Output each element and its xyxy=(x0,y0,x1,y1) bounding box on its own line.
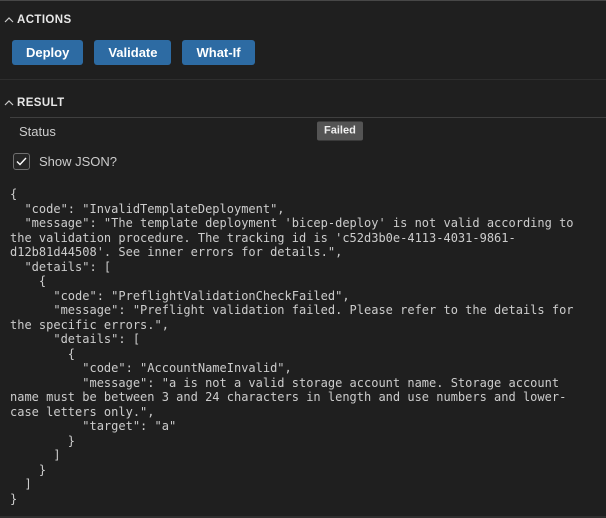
result-section-header[interactable]: RESULT xyxy=(0,80,606,111)
chevron-up-icon xyxy=(4,16,14,23)
status-row: Status Failed xyxy=(10,117,606,144)
chevron-up-icon xyxy=(4,99,14,106)
actions-section-title: ACTIONS xyxy=(17,13,72,26)
actions-section-header[interactable]: ACTIONS xyxy=(0,1,606,28)
deploy-button[interactable]: Deploy xyxy=(12,40,84,65)
json-output: { "code": "InvalidTemplateDeployment", "… xyxy=(10,187,574,506)
checkmark-icon xyxy=(16,157,27,166)
deployment-pane: ACTIONS Deploy Validate What-If RESULT S… xyxy=(0,0,606,518)
show-json-checkbox[interactable] xyxy=(13,153,30,170)
validate-button[interactable]: Validate xyxy=(94,40,172,65)
status-label: Status xyxy=(19,123,56,139)
show-json-row[interactable]: Show JSON? xyxy=(13,153,606,170)
status-badge: Failed xyxy=(317,121,363,141)
show-json-label[interactable]: Show JSON? xyxy=(39,154,117,169)
result-section-title: RESULT xyxy=(17,96,65,109)
actions-button-row: Deploy Validate What-If xyxy=(12,40,606,65)
whatif-button[interactable]: What-If xyxy=(182,40,255,65)
